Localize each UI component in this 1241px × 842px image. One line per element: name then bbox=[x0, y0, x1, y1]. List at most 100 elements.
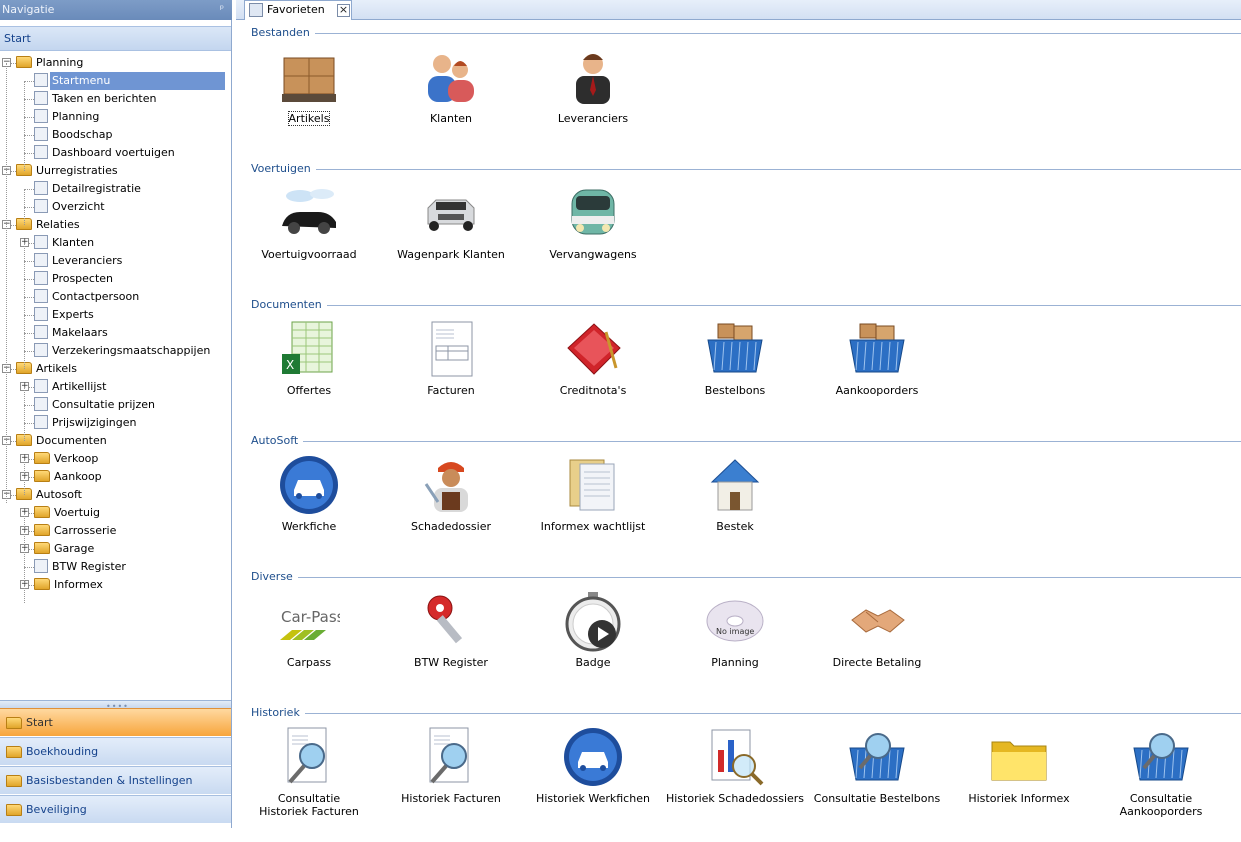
tree-item-verkoop[interactable]: Verkoop bbox=[34, 450, 100, 468]
tile-consultatie-aankooporders[interactable]: Consultatie Aankooporders bbox=[1090, 726, 1232, 818]
pin-icon[interactable]: ᵖ bbox=[220, 0, 224, 20]
tree-item-aankoop[interactable]: Aankoop bbox=[34, 468, 104, 486]
tile-bestelbons[interactable]: Bestelbons bbox=[664, 318, 806, 397]
carpass-logo-text: Car-Pass bbox=[281, 608, 340, 626]
tree-item-garage[interactable]: Garage bbox=[34, 540, 96, 558]
tree-item-leveranciers[interactable]: Leveranciers bbox=[34, 252, 124, 270]
tile-badge[interactable]: Badge bbox=[522, 590, 664, 669]
tree-item-klanten[interactable]: Klanten bbox=[34, 234, 96, 252]
tile-werkfiche[interactable]: Werkfiche bbox=[238, 454, 380, 533]
tile-bestek[interactable]: Bestek bbox=[664, 454, 806, 533]
tree-item-label: Prijswijzigingen bbox=[52, 416, 137, 429]
tree-item-experts[interactable]: Experts bbox=[34, 306, 96, 324]
group-diverse: Diverse Car-Pass Carpass BTW Register Badge N… bbox=[236, 570, 1241, 706]
tree-item-label: Leveranciers bbox=[52, 254, 123, 267]
tree-item-startmenu[interactable]: Startmenu bbox=[34, 72, 229, 90]
tree-item-planning[interactable]: Planning bbox=[34, 108, 101, 126]
tree-item-artikels[interactable]: Artikels bbox=[16, 360, 79, 378]
tile-historiek-schadedossiers[interactable]: Historiek Schadedossiers bbox=[664, 726, 806, 805]
tree-item-label: Makelaars bbox=[52, 326, 108, 339]
tree-item-artikellijst[interactable]: Artikellijst bbox=[34, 378, 108, 396]
tile-historiek-facturen[interactable]: Historiek Facturen bbox=[380, 726, 522, 805]
tile-btw-register[interactable]: BTW Register bbox=[380, 590, 522, 669]
tab-favorieten[interactable]: Favorieten × bbox=[244, 0, 352, 20]
folder-icon bbox=[988, 726, 1050, 788]
navigation-splitter[interactable]: •••• bbox=[0, 700, 231, 711]
tile-directe-betaling[interactable]: Directe Betaling bbox=[806, 590, 948, 669]
tile-planning[interactable]: No image Planning bbox=[664, 590, 806, 669]
tree-item-contactpersoon[interactable]: Contactpersoon bbox=[34, 288, 141, 306]
tree-item-prijswijzigingen[interactable]: Prijswijzigingen bbox=[34, 414, 138, 432]
tree-item-voertuig[interactable]: Voertuig bbox=[34, 504, 102, 522]
tree-item-planning[interactable]: Planning bbox=[16, 54, 85, 72]
navigation-pane: Navigatie ᵖ Start − Planning Startmenu Take… bbox=[0, 0, 232, 828]
tree-item-label: Planning bbox=[36, 56, 84, 69]
tree-item-consultatie-prijzen[interactable]: Consultatie prijzen bbox=[34, 396, 157, 414]
tree-item-dashboard-voertuigen[interactable]: Dashboard voertuigen bbox=[34, 144, 177, 162]
tree-item-detailregistratie[interactable]: Detailregistratie bbox=[34, 180, 143, 198]
folder-icon bbox=[6, 746, 22, 758]
tile-consultatie-historiek-facturen[interactable]: Consultatie Historiek Facturen bbox=[238, 726, 380, 818]
tree-item-prospecten[interactable]: Prospecten bbox=[34, 270, 115, 288]
tile-leveranciers[interactable]: Leveranciers bbox=[522, 46, 664, 125]
tree-item-boodschap[interactable]: Boodschap bbox=[34, 126, 114, 144]
navigation-tree: − Planning Startmenu Taken en berichten Plan… bbox=[0, 54, 231, 700]
tile-facturen[interactable]: Facturen bbox=[380, 318, 522, 397]
svg-text:No image: No image bbox=[716, 627, 754, 636]
tree-item-carrosserie[interactable]: Carrosserie bbox=[34, 522, 118, 540]
page-icon bbox=[34, 415, 48, 429]
tree-item-label: Relaties bbox=[36, 218, 80, 231]
group-title: Documenten bbox=[251, 298, 327, 312]
tile-label: Werkfiche bbox=[281, 520, 337, 533]
tile-aankooporders[interactable]: Aankooporders bbox=[806, 318, 948, 397]
tree-item-relaties[interactable]: Relaties bbox=[16, 216, 82, 234]
tab-bar: Favorieten × bbox=[236, 0, 1241, 20]
group-title: Voertuigen bbox=[251, 162, 316, 176]
tile-voertuigvoorraad[interactable]: Voertuigvoorraad bbox=[238, 182, 380, 261]
tile-label: Carpass bbox=[286, 656, 332, 669]
tile-historiek-werkfichen[interactable]: Historiek Werkfichen bbox=[522, 726, 664, 805]
navigation-section-header[interactable]: Start bbox=[0, 26, 231, 51]
tree-item-label: Verkoop bbox=[54, 452, 99, 465]
tree-item-autosoft[interactable]: Autosoft bbox=[16, 486, 84, 504]
invoice-search-icon bbox=[420, 726, 482, 788]
page-icon bbox=[34, 325, 48, 339]
tree-item-verzekeringsmaatschappijen[interactable]: Verzekeringsmaatschappijen bbox=[34, 342, 212, 360]
nav-button-beveiliging[interactable]: Beveiliging bbox=[0, 795, 231, 823]
tile-klanten[interactable]: Klanten bbox=[380, 46, 522, 125]
basket-search-icon bbox=[1130, 726, 1192, 788]
tile-creditnota-s[interactable]: Creditnota's bbox=[522, 318, 664, 397]
mechanic-icon bbox=[420, 454, 482, 516]
tree-item-label: Garage bbox=[54, 542, 95, 555]
tree-item-btw-register[interactable]: BTW Register bbox=[34, 558, 128, 576]
tree-item-label: Informex bbox=[54, 578, 103, 591]
tree-item-taken-en-berichten[interactable]: Taken en berichten bbox=[34, 90, 159, 108]
nav-button-boekhouding[interactable]: Boekhouding bbox=[0, 737, 231, 765]
tile-informex-wachtlijst[interactable]: Informex wachtlijst bbox=[522, 454, 664, 533]
tree-item-informex[interactable]: Informex bbox=[34, 576, 105, 594]
page-icon bbox=[34, 181, 48, 195]
tile-vervangwagens[interactable]: Vervangwagens bbox=[522, 182, 664, 261]
tile-schadedossier[interactable]: Schadedossier bbox=[380, 454, 522, 533]
tile-carpass[interactable]: Car-Pass Carpass bbox=[238, 590, 380, 669]
group-historiek: Historiek Consultatie Historiek Facturen H… bbox=[236, 706, 1241, 842]
group-title: Bestanden bbox=[251, 26, 315, 40]
chart-search-icon bbox=[704, 726, 766, 788]
tile-offertes[interactable]: X Offertes bbox=[238, 318, 380, 397]
tile-consultatie-bestelbons[interactable]: Consultatie Bestelbons bbox=[806, 726, 948, 805]
tree-item-overzicht[interactable]: Overzicht bbox=[34, 198, 107, 216]
tree-item-documenten[interactable]: Documenten bbox=[16, 432, 109, 450]
files-icon bbox=[562, 454, 624, 516]
tile-wagenpark-klanten[interactable]: Wagenpark Klanten bbox=[380, 182, 522, 261]
nav-button-start[interactable]: Start bbox=[0, 708, 231, 736]
tab-label: Favorieten bbox=[267, 3, 325, 16]
tile-historiek-informex[interactable]: Historiek Informex bbox=[948, 726, 1090, 805]
folder-icon bbox=[34, 452, 50, 464]
basket-search-icon bbox=[846, 726, 908, 788]
invoice-search-icon bbox=[278, 726, 340, 788]
tree-item-uurregistraties[interactable]: Uurregistraties bbox=[16, 162, 120, 180]
tile-artikels[interactable]: Artikels bbox=[238, 46, 380, 126]
close-tab-icon[interactable]: × bbox=[337, 4, 350, 17]
tree-item-makelaars[interactable]: Makelaars bbox=[34, 324, 110, 342]
nav-button-basisbestanden-instellingen[interactable]: Basisbestanden & Instellingen bbox=[0, 766, 231, 794]
